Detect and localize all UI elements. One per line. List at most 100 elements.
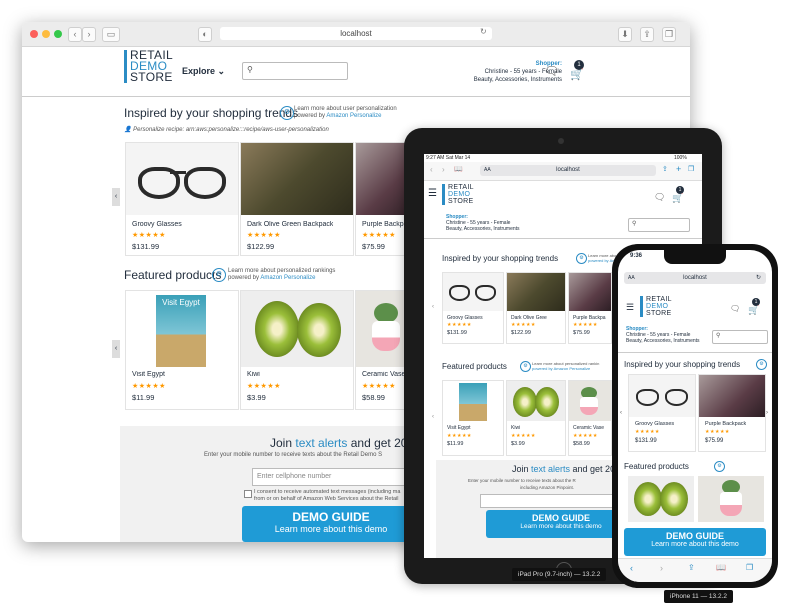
carousel-prev-button[interactable]: ‹ — [432, 304, 434, 310]
logo-line-3: STORE — [646, 310, 672, 317]
privacy-shield-icon[interactable]: ◐ — [198, 27, 212, 42]
product-name: Dark Olive Green Backpack — [247, 221, 334, 228]
learn-more-user-link[interactable]: Learn more about user personalization po… — [294, 106, 397, 120]
product-card[interactable]: Dark Olive Gree ★★★★★ $122.99 — [506, 272, 566, 344]
messages-icon[interactable]: 🗨 — [544, 64, 559, 78]
shopper-interests: Beauty, Accessories, Instruments — [626, 338, 700, 344]
product-card[interactable]: Kiwi ★★★★★ $3.99 — [240, 290, 354, 410]
cellphone-input[interactable]: Enter cellphone number — [252, 468, 422, 486]
product-card[interactable]: Groovy Glasses ★★★★★ $131.99 — [125, 142, 239, 256]
forward-icon[interactable]: › — [442, 165, 445, 174]
demo-guide-button[interactable]: DEMO GUIDE Learn more about this demo — [624, 528, 766, 556]
reload-icon[interactable]: ↻ — [480, 27, 487, 36]
demo-guide-subtitle: Learn more about this demo — [651, 541, 739, 548]
consent-checkbox[interactable] — [244, 490, 252, 498]
product-name: Ceramic Vase — [573, 425, 605, 431]
amazon-personalize-link[interactable]: Amazon Personalize — [260, 275, 315, 281]
product-card[interactable]: Kiwi ★★★★★ $3.99 — [506, 380, 566, 456]
learn-more-user-text: Learn more about user personalization — [294, 106, 397, 112]
hamburger-menu-icon[interactable]: ☰ — [428, 188, 437, 199]
product-image-backpack — [241, 143, 353, 215]
cart-button[interactable]: 1 🛒 — [568, 60, 590, 81]
back-icon[interactable]: ‹ — [630, 563, 633, 573]
tabs-icon[interactable]: ❐ — [662, 27, 676, 42]
header-divider — [424, 238, 702, 239]
shopper-interests: Beauty, Accessories, Instruments — [446, 226, 520, 232]
new-tab-icon[interactable]: + — [676, 164, 681, 174]
retail-demo-store-logo[interactable]: RETAIL DEMO STORE — [640, 296, 672, 317]
zoom-window-button[interactable] — [54, 30, 62, 38]
product-price: $3.99 — [247, 393, 266, 402]
carousel-next-button[interactable]: › — [766, 410, 768, 416]
back-icon[interactable]: ‹ — [68, 27, 82, 42]
share-icon[interactable]: ⇪ — [640, 27, 654, 42]
iphone-notch — [664, 250, 726, 264]
reader-mode-toggle[interactable]: AA — [484, 165, 491, 176]
product-card[interactable]: Dark Olive Green Backpack ★★★★★ $122.99 — [240, 142, 354, 256]
hamburger-menu-icon[interactable]: ☰ — [626, 302, 634, 313]
search-input[interactable]: ⚲ — [712, 330, 768, 344]
product-name: Groovy Glasses — [447, 315, 483, 321]
carousel-prev-button[interactable]: ‹ — [112, 340, 120, 358]
cellphone-input[interactable] — [480, 494, 632, 508]
shopper-info[interactable]: Shopper: Christine - 55 years - Female B… — [446, 214, 520, 232]
retail-demo-store-logo[interactable]: RETAIL DEMO STORE — [442, 184, 474, 205]
forward-icon[interactable]: › — [660, 563, 663, 573]
tabs-icon[interactable]: ❐ — [746, 563, 753, 572]
learn-more-rankings-link[interactable]: Learn more about personalized rankin pow… — [532, 361, 599, 371]
product-card[interactable]: Ceramic Vase ★★★★★ $58.99 — [568, 380, 612, 456]
text-alerts-link[interactable]: text alerts — [531, 464, 570, 474]
minimize-window-button[interactable] — [42, 30, 50, 38]
forward-icon[interactable]: › — [82, 27, 96, 42]
shopper-info[interactable]: Shopper: Christine - 55 years - Female B… — [626, 326, 700, 344]
share-icon[interactable]: ⇪ — [688, 563, 695, 572]
product-name: Purple Backpa — [573, 315, 606, 321]
back-icon[interactable]: ‹ — [430, 165, 433, 174]
tabs-icon[interactable]: ❐ — [688, 165, 694, 173]
close-window-button[interactable] — [30, 30, 38, 38]
cart-button[interactable]: 1 🛒 — [748, 298, 764, 316]
iphone-screen: 9:36 AA localhost ↻ ☰ RETAIL DEMO STORE … — [618, 250, 772, 582]
product-card[interactable]: Visit Egypt Visit Egypt ★★★★★ $11.99 — [125, 290, 239, 410]
rating-stars: ★★★★★ — [511, 433, 536, 439]
bookmarks-icon[interactable]: 📖 — [716, 563, 726, 572]
search-input[interactable]: ⚲ — [628, 218, 690, 232]
carousel-prev-button[interactable]: ‹ — [432, 414, 434, 420]
product-price: $131.99 — [447, 330, 467, 336]
book-cover-title: Visit Egypt — [162, 298, 200, 307]
retail-demo-store-logo[interactable]: RETAIL DEMO STORE — [124, 49, 173, 83]
cart-button[interactable]: 1 🛒 — [672, 186, 688, 204]
explore-menu[interactable]: Explore ⌄ — [182, 66, 225, 77]
address-bar[interactable]: localhost — [220, 27, 492, 40]
reload-icon[interactable]: ↻ — [756, 272, 761, 284]
carousel-prev-button[interactable]: ‹ — [112, 188, 120, 206]
bookmarks-icon[interactable]: 📖 — [454, 165, 463, 173]
messages-icon[interactable]: 🗨 — [730, 304, 740, 313]
product-image-ceramic-vase[interactable] — [698, 476, 764, 522]
text-alerts-link[interactable]: text alerts — [295, 436, 347, 450]
learn-more-rankings-link[interactable]: Learn more about personalized rankings p… — [228, 268, 335, 282]
messages-icon[interactable]: 🗨 — [654, 192, 665, 203]
chevron-down-icon: ⌄ — [217, 66, 226, 76]
product-card[interactable]: Groovy Glasses ★★★★★ $131.99 — [628, 374, 696, 452]
search-input[interactable]: ⚲ — [242, 62, 348, 80]
iphone-address-bar[interactable]: AA localhost ↻ — [624, 272, 766, 284]
iphone-url: localhost — [683, 275, 707, 281]
downloads-icon[interactable]: ⬇ — [618, 27, 632, 42]
product-card[interactable]: Purple Backpa ★★★★★ $75.99 — [568, 272, 612, 344]
product-image-kiwi[interactable] — [628, 476, 694, 522]
ipad-device-label: iPad Pro (9.7-inch) — 13.2.2 — [512, 568, 607, 581]
ipad-address-bar[interactable]: AA localhost — [480, 165, 656, 176]
product-card[interactable]: Visit Egypt ★★★★★ $11.99 — [442, 380, 504, 456]
demo-guide-button[interactable]: DEMO GUIDE Learn more about this demo — [242, 506, 420, 542]
carousel-prev-button[interactable]: ‹ — [620, 410, 622, 416]
share-icon[interactable]: ⇪ — [662, 165, 668, 173]
ipad-safari-toolbar: ‹ › 📖 AA localhost ⇪ + ❐ — [424, 162, 702, 181]
sidebar-icon[interactable]: ▭ — [102, 27, 120, 42]
product-image-purple-backpack — [699, 375, 765, 417]
product-card[interactable]: Purple Backpack ★★★★★ $75.99 — [698, 374, 766, 452]
join-prefix: Join — [512, 464, 532, 474]
product-card[interactable]: Groovy Glasses ★★★★★ $131.99 — [442, 272, 504, 344]
amazon-personalize-link[interactable]: Amazon Personalize — [326, 113, 381, 119]
reader-mode-toggle[interactable]: AA — [628, 272, 635, 284]
